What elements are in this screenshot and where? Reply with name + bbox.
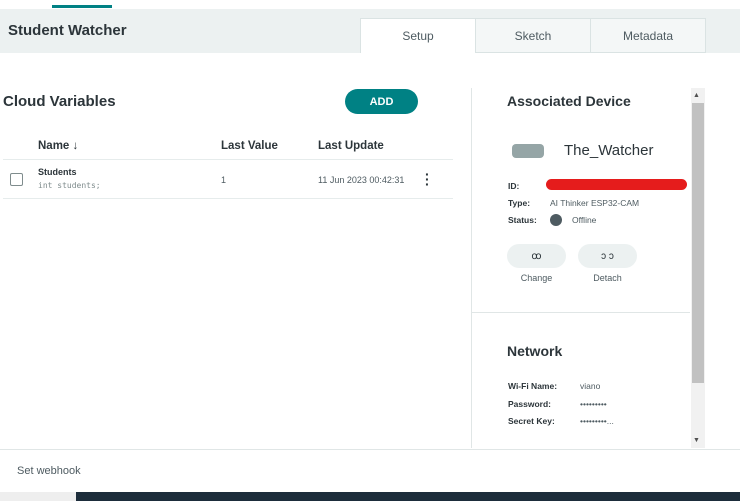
- divider: [3, 159, 453, 160]
- associated-device-title: Associated Device: [507, 93, 631, 109]
- scroll-up-icon[interactable]: ▲: [693, 92, 700, 99]
- divider: [3, 198, 453, 199]
- status-dot-icon: [550, 214, 562, 226]
- device-icon: [512, 144, 544, 158]
- page-header: Student Watcher Setup Sketch Metadata: [0, 9, 740, 53]
- column-last-update: Last Update: [318, 140, 384, 152]
- password-value: •••••••••: [580, 399, 607, 409]
- secret-key-value: •••••••••...: [580, 416, 614, 426]
- panel-divider: [471, 88, 472, 448]
- os-taskbar: [76, 492, 740, 501]
- secret-key-label: Secret Key:: [508, 416, 555, 426]
- unlink-icon: ↄ ɔ: [601, 250, 614, 262]
- set-webhook-link[interactable]: Set webhook: [17, 465, 81, 477]
- id-label: ID:: [508, 181, 520, 191]
- device-status: Offline: [572, 215, 597, 225]
- sort-down-icon: ↓: [72, 140, 79, 152]
- status-label: Status:: [508, 215, 537, 225]
- tab-metadata[interactable]: Metadata: [590, 18, 706, 53]
- change-label: Change: [520, 273, 553, 283]
- last-value: 1: [221, 175, 227, 185]
- wifi-name: viano: [580, 381, 601, 391]
- row-checkbox[interactable]: [10, 173, 23, 186]
- network-title: Network: [507, 343, 563, 359]
- tab-sketch[interactable]: Sketch: [475, 18, 591, 53]
- cloud-variables-title: Cloud Variables: [3, 93, 116, 110]
- taskbar-left: [0, 492, 76, 501]
- more-options-icon[interactable]: · · ·: [425, 167, 430, 191]
- scroll-down-icon[interactable]: ▼: [693, 437, 700, 444]
- column-last-value: Last Value: [221, 140, 278, 152]
- add-variable-button[interactable]: ADD: [345, 89, 418, 114]
- redacted-id: [546, 179, 687, 190]
- link-icon: ꝏ: [531, 250, 542, 262]
- active-nav-indicator: [52, 5, 112, 8]
- detach-device-button[interactable]: ↄ ɔ: [578, 244, 637, 268]
- tab-setup[interactable]: Setup: [360, 18, 476, 53]
- column-name[interactable]: Name ↓: [38, 140, 78, 152]
- device-type: AI Thinker ESP32-CAM: [550, 198, 640, 208]
- type-label: Type:: [508, 198, 531, 208]
- variable-name[interactable]: Students: [38, 167, 77, 177]
- page-title: Student Watcher: [8, 22, 127, 39]
- wifi-label: Wi-Fi Name:: [508, 381, 558, 391]
- password-label: Password:: [508, 399, 551, 409]
- detach-label: Detach: [593, 273, 622, 283]
- variable-declaration: int students;: [38, 181, 101, 190]
- divider: [472, 312, 690, 313]
- device-name[interactable]: The_Watcher: [564, 142, 653, 159]
- change-device-button[interactable]: ꝏ: [507, 244, 566, 268]
- footer-divider: [0, 449, 740, 450]
- scrollbar-thumb[interactable]: [692, 103, 704, 383]
- last-update: 11 Jun 2023 00:42:31: [318, 175, 405, 185]
